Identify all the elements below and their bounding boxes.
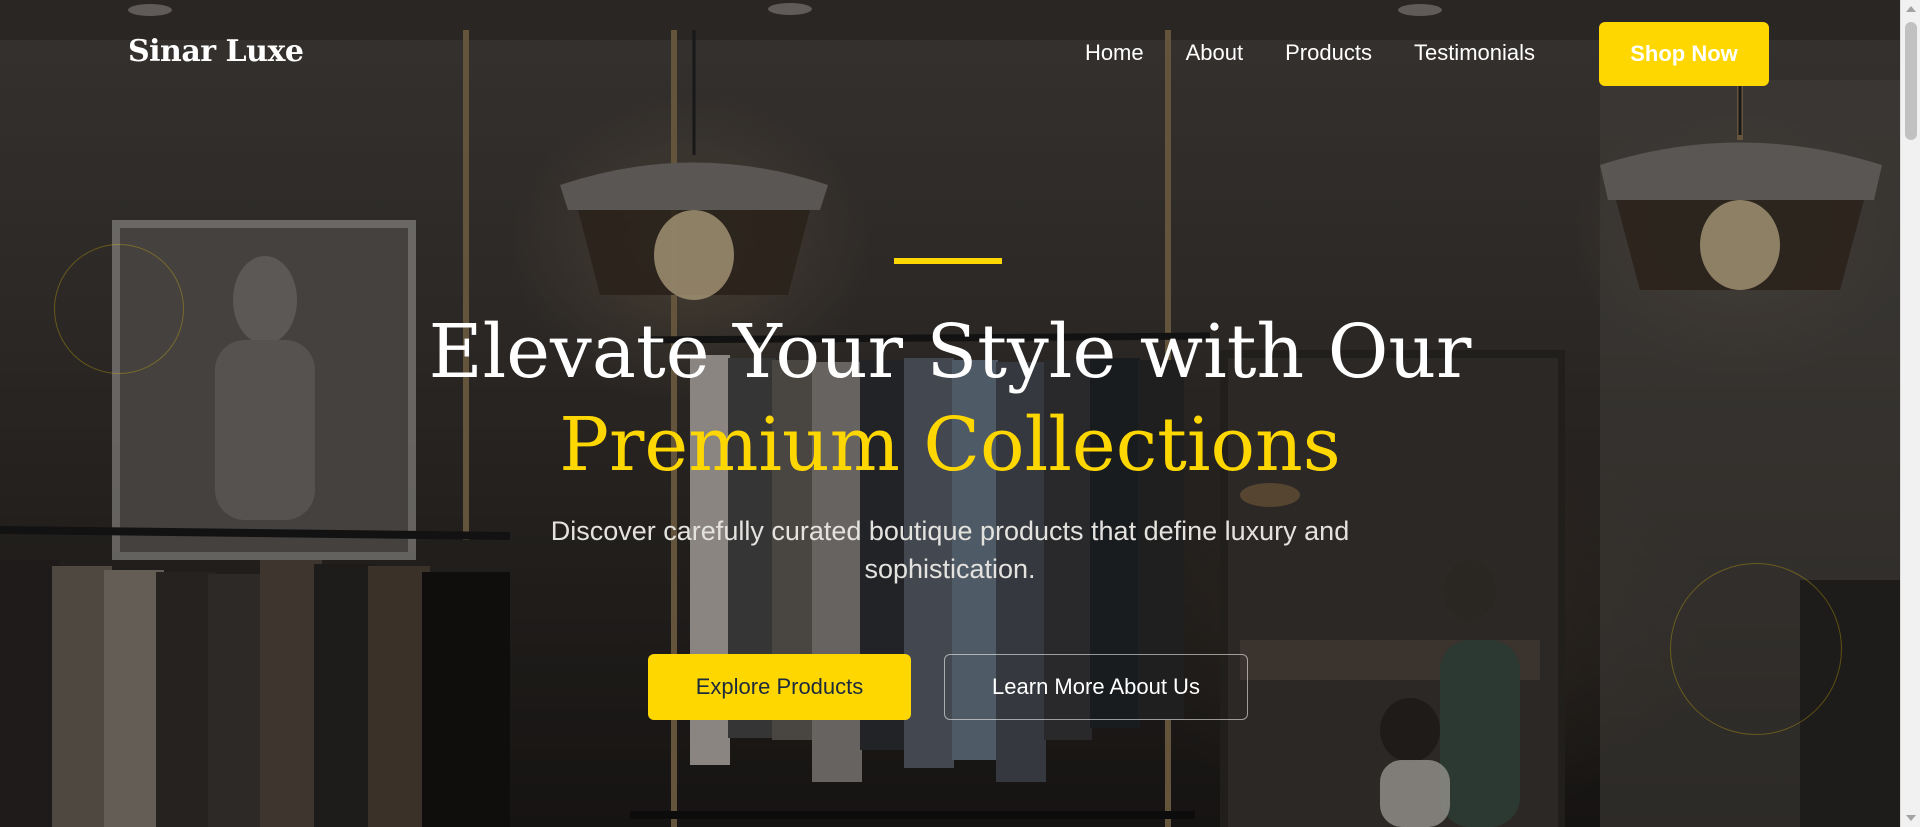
page-scrollbar[interactable] bbox=[1900, 0, 1920, 827]
page-viewport: Sinar Luxe Home About Products Testimoni… bbox=[0, 0, 1920, 827]
nav-link-home[interactable]: Home bbox=[1085, 40, 1144, 66]
hero-subtext: Discover carefully curated boutique prod… bbox=[550, 516, 1350, 584]
hero-headline-line2: Premium Collections bbox=[559, 402, 1341, 488]
hero-accent-line bbox=[894, 258, 1002, 264]
nav-link-about[interactable]: About bbox=[1186, 40, 1244, 66]
brand-logo[interactable]: Sinar Luxe bbox=[128, 34, 304, 69]
scroll-down-arrow-icon[interactable] bbox=[1901, 809, 1920, 827]
nav-links: Home About Products Testimonials bbox=[1085, 40, 1535, 66]
learn-more-button[interactable]: Learn More About Us bbox=[944, 654, 1248, 720]
hero-headline-line1: Elevate Your Style with Our bbox=[428, 309, 1472, 395]
nav-link-testimonials[interactable]: Testimonials bbox=[1414, 40, 1535, 66]
scroll-up-arrow-icon[interactable] bbox=[1901, 0, 1920, 18]
decorative-circle-right bbox=[1670, 563, 1842, 735]
shop-now-button[interactable]: Shop Now bbox=[1599, 22, 1769, 86]
explore-products-button[interactable]: Explore Products bbox=[648, 654, 911, 720]
scrollbar-thumb[interactable] bbox=[1905, 22, 1917, 140]
nav-link-products[interactable]: Products bbox=[1285, 40, 1372, 66]
top-navigation: Sinar Luxe Home About Products Testimoni… bbox=[0, 0, 1900, 108]
